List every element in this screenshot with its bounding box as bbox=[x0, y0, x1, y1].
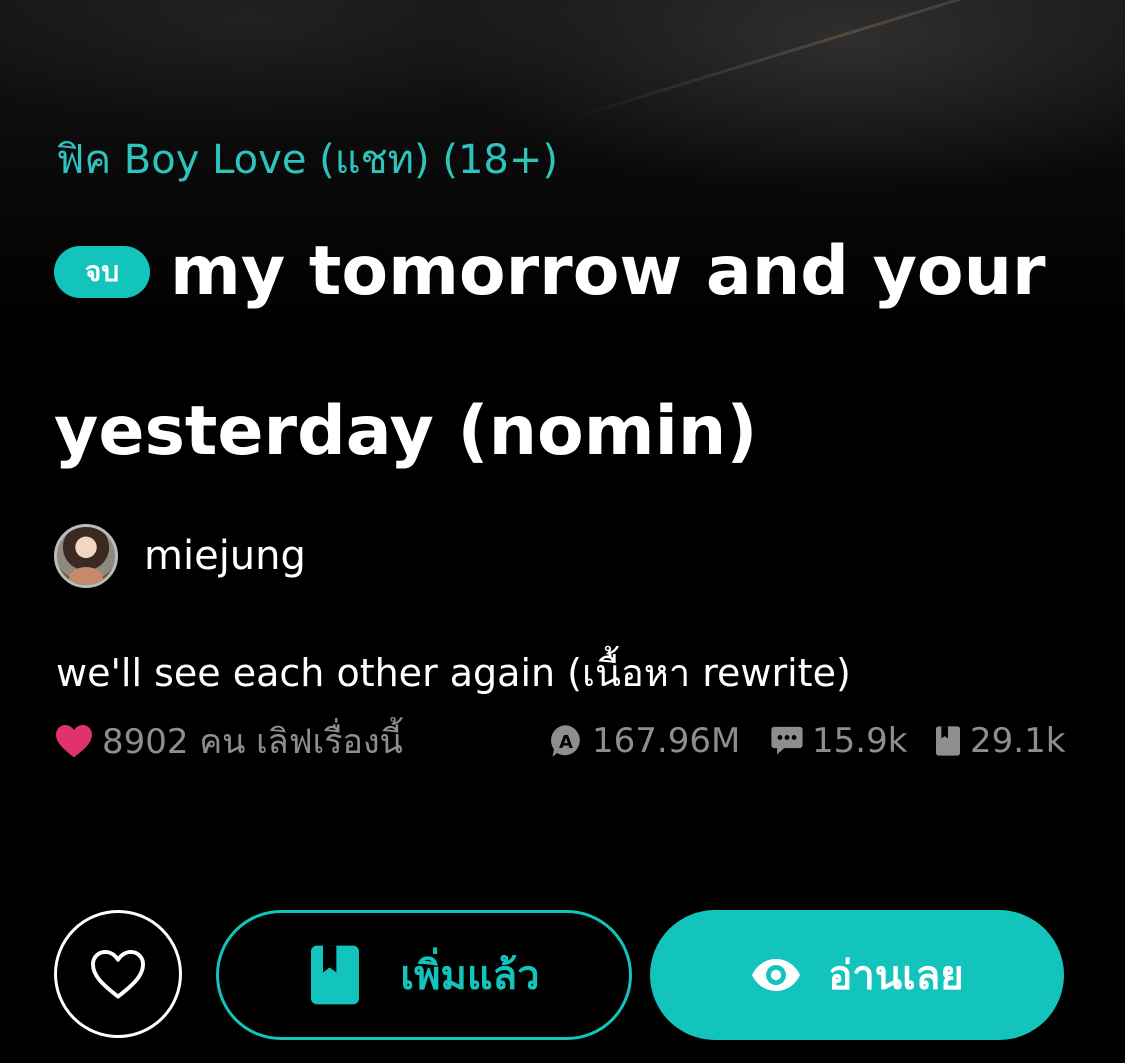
story-title-line1: my tomorrow and your bbox=[170, 232, 1046, 311]
heart-outline-icon bbox=[91, 949, 145, 999]
eye-icon bbox=[752, 959, 801, 991]
avatar[interactable] bbox=[54, 524, 118, 588]
author-name[interactable]: miejung bbox=[144, 533, 306, 579]
story-category[interactable]: ฟิค Boy Love (แชท) (18+) bbox=[56, 136, 558, 184]
views-value: 167.96M bbox=[592, 721, 741, 761]
story-title-line2: yesterday (nomin) bbox=[54, 392, 758, 471]
bookmark-book-icon bbox=[311, 945, 360, 1005]
comments-value: 15.9k bbox=[812, 721, 908, 761]
bookmarks-stat: 29.1k bbox=[934, 716, 1065, 766]
comments-stat: 15.9k bbox=[770, 716, 907, 766]
svg-text:A: A bbox=[559, 732, 573, 753]
favorite-button[interactable] bbox=[54, 910, 182, 1038]
bookmarks-value: 29.1k bbox=[970, 721, 1066, 761]
status-badge: จบ bbox=[54, 246, 150, 298]
stats-row: 8902 คน เลิฟเรื่องนี้ A 167.96M 15.9k 29… bbox=[54, 716, 1065, 766]
book-icon bbox=[936, 726, 960, 756]
views-badge-icon: A bbox=[551, 725, 580, 757]
read-now-button[interactable]: อ่านเลย bbox=[650, 910, 1064, 1040]
comment-icon bbox=[771, 726, 803, 755]
read-label: อ่านเลย bbox=[828, 953, 964, 999]
background-light-streak bbox=[559, 0, 1125, 123]
added-to-library-button[interactable]: เพิ่มแล้ว bbox=[216, 910, 632, 1040]
views-stat: A 167.96M bbox=[548, 716, 740, 766]
love-count-stat: 8902 คน เลิฟเรื่องนี้ bbox=[54, 716, 403, 766]
heart-icon bbox=[56, 724, 92, 758]
story-description: we'll see each other again (เนื้อหา rewr… bbox=[56, 651, 851, 695]
story-page: ฟิค Boy Love (แชท) (18+) จบ my tomorrow … bbox=[0, 0, 1125, 1063]
love-count-text: 8902 คน เลิฟเรื่องนี้ bbox=[102, 722, 403, 762]
author-row[interactable]: miejung bbox=[54, 524, 306, 588]
added-label: เพิ่มแล้ว bbox=[400, 953, 540, 999]
story-title: จบ my tomorrow and your yesterday (nomin… bbox=[54, 222, 1084, 471]
